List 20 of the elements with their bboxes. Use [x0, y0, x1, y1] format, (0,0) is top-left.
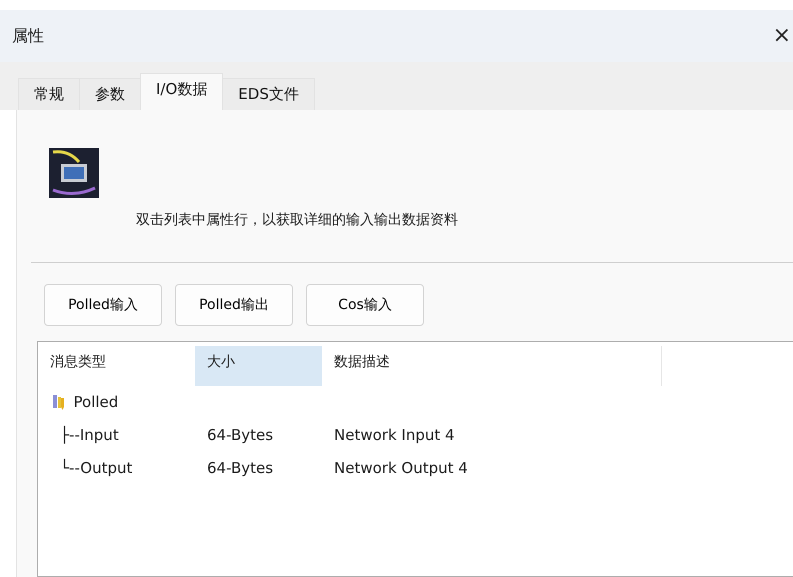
table-cell-text: 64-Bytes: [206, 458, 274, 480]
tab[interactable]: I/O数据: [140, 73, 224, 110]
action-button[interactable]: Cos输入: [306, 284, 424, 326]
tree-item[interactable]: └--Output: [60, 457, 132, 480]
table-cell-text: 64-Bytes: [206, 425, 274, 446]
monitor-icon: [49, 148, 99, 198]
tree-item[interactable]: Polled: [74, 391, 118, 414]
tree-item[interactable]: ├--Input: [60, 424, 119, 447]
tab[interactable]: 常规: [18, 78, 80, 110]
close-button[interactable]: ×: [772, 25, 791, 47]
tab[interactable]: EDS文件: [222, 78, 315, 110]
window-title: 属性: [12, 25, 44, 47]
action-button[interactable]: Polled输出: [175, 284, 293, 326]
column-header[interactable]: 数据描述: [322, 346, 662, 386]
column-header[interactable]: 大小: [195, 346, 322, 386]
action-button[interactable]: Polled输入: [44, 284, 162, 326]
instruction-text: 双击列表中属性行，以获取详细的输入输出数据资料: [136, 211, 459, 230]
table-cell-text: Network Output 4: [333, 458, 469, 480]
column-header[interactable]: 消息类型: [38, 346, 195, 386]
table-cell-text: Network Input 4: [333, 425, 456, 446]
